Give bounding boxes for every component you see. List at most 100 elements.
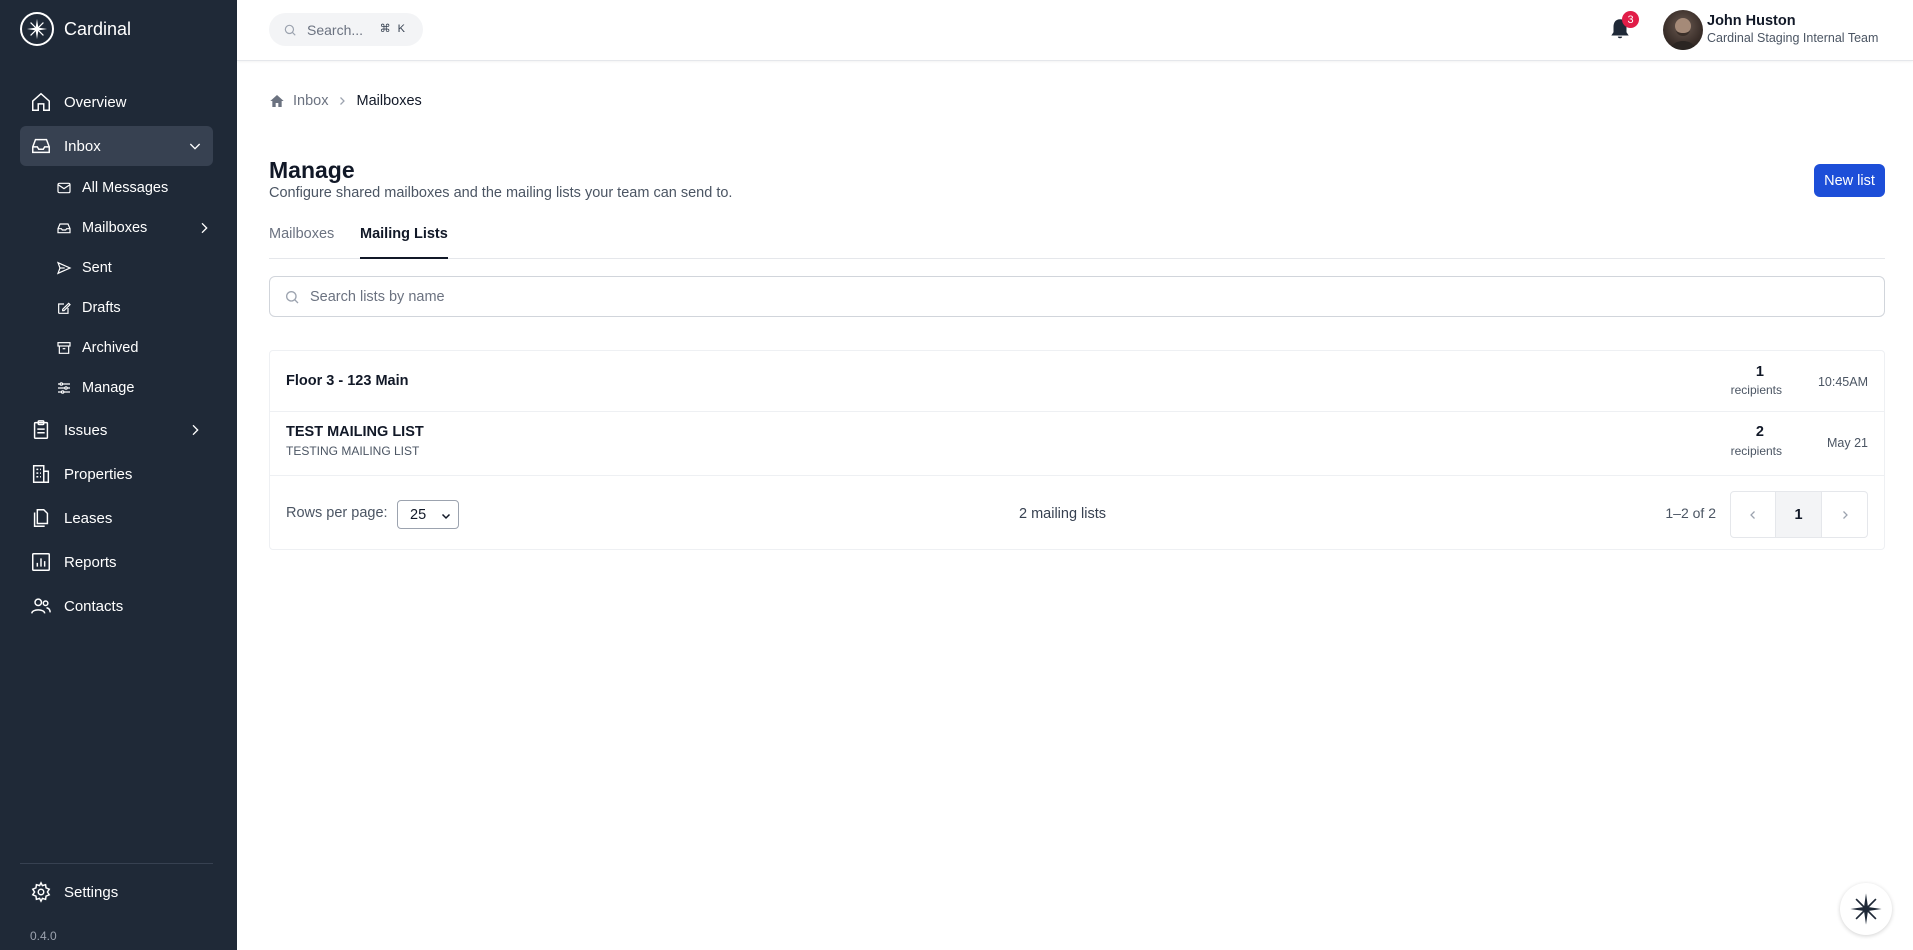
user-team: Cardinal Staging Internal Team	[1707, 31, 1879, 45]
nav-label: Sent	[82, 260, 112, 276]
rows-per-page-value: 25	[410, 506, 427, 523]
nav-label: Mailboxes	[82, 220, 148, 236]
pagination-bar: Rows per page: 25 2 mailing lists 1–2 of…	[270, 478, 1884, 548]
topbar: Search... ⌘ K 3 John Huston Cardinal Sta…	[237, 0, 1913, 61]
sidebar-item-all-messages[interactable]: All Messages	[56, 170, 213, 206]
list-name: Floor 3 - 123 Main	[286, 373, 409, 389]
notification-badge: 3	[1622, 11, 1639, 28]
breadcrumb: Inbox Mailboxes	[269, 93, 422, 109]
nav-item-settings[interactable]: Settings	[20, 872, 213, 912]
chevron-down-icon	[189, 143, 201, 150]
next-page-button[interactable]	[1822, 491, 1868, 538]
avatar[interactable]	[1663, 10, 1703, 50]
mailing-list-table: Floor 3 - 123 Main 1 recipients 10:45AM …	[269, 350, 1885, 550]
nav-label: Reports	[64, 553, 117, 571]
chevron-right-icon	[340, 97, 346, 105]
recipient-count: 1	[1755, 364, 1764, 380]
sidebar-item-drafts[interactable]: Drafts	[56, 290, 213, 326]
list-item[interactable]: Floor 3 - 123 Main 1 recipients 10:45AM	[270, 351, 1884, 412]
page-number-button[interactable]: 1	[1776, 491, 1822, 538]
nav-label: Manage	[82, 380, 135, 396]
documents-icon	[33, 509, 49, 527]
nav-item-contacts[interactable]: Contacts	[20, 586, 213, 626]
archive-icon	[57, 342, 71, 354]
nav-label: Archived	[82, 340, 139, 356]
building-icon	[32, 465, 50, 483]
compass-logo-icon	[20, 12, 54, 46]
home-icon[interactable]	[269, 93, 285, 109]
breadcrumb-inbox[interactable]: Inbox	[293, 93, 328, 109]
user-name[interactable]: John Huston	[1707, 13, 1796, 29]
list-name: TEST MAILING LIST	[286, 424, 424, 440]
sidebar-item-sent[interactable]: Sent	[56, 250, 213, 286]
nav-label: Overview	[64, 93, 127, 111]
chevron-right-icon	[1842, 510, 1848, 519]
assistant-button[interactable]	[1840, 883, 1892, 935]
list-item[interactable]: TEST MAILING LIST TESTING MAILING LIST 2…	[270, 412, 1884, 476]
search-shortcut: ⌘ K	[379, 23, 407, 35]
new-list-button[interactable]: New list	[1814, 164, 1885, 197]
pencil-square-icon	[58, 302, 71, 314]
app-version: 0.4.0	[30, 929, 57, 943]
sidebar: Cardinal Overview Inbox All Messages Mai…	[0, 0, 237, 950]
nav-label: Inbox	[64, 137, 101, 155]
home-icon	[32, 92, 50, 111]
global-search-placeholder: Search...	[307, 21, 364, 38]
total-count: 2 mailing lists	[1019, 506, 1107, 522]
inbox-submenu: All Messages Mailboxes Sent Drafts Archi…	[20, 170, 213, 406]
tab-mailboxes[interactable]: Mailboxes	[269, 226, 334, 259]
gear-icon	[31, 881, 51, 903]
breadcrumb-current: Mailboxes	[356, 93, 422, 109]
page-subtitle: Configure shared mailboxes and the maili…	[269, 185, 733, 201]
nav-label: Drafts	[82, 300, 121, 316]
nav-item-overview[interactable]: Overview	[20, 82, 213, 122]
nav-label: Contacts	[64, 597, 124, 615]
send-icon	[56, 261, 72, 275]
list-time: 10:45AM	[1817, 375, 1868, 389]
nav-label: Leases	[64, 509, 113, 527]
recipient-label: recipients	[1730, 383, 1782, 397]
nav-item-reports[interactable]: Reports	[20, 542, 213, 582]
chart-icon	[32, 553, 50, 571]
nav-label: Properties	[64, 465, 133, 483]
sidebar-item-archived[interactable]: Archived	[56, 330, 213, 366]
inbox-icon	[32, 138, 50, 154]
nav-item-inbox[interactable]: Inbox	[20, 126, 213, 166]
sidebar-item-mailboxes[interactable]: Mailboxes	[56, 210, 213, 246]
nav-label: All Messages	[82, 180, 169, 196]
prev-page-button[interactable]	[1730, 491, 1776, 538]
app-name: Cardinal	[64, 18, 132, 39]
tabs: Mailboxes Mailing Lists	[269, 226, 1885, 259]
nav-label: Issues	[64, 421, 108, 439]
brand[interactable]: Cardinal	[20, 12, 131, 46]
list-search-input[interactable]: Search lists by name	[269, 276, 1885, 317]
page-range: 1–2 of 2	[1665, 505, 1716, 521]
search-icon	[284, 24, 296, 36]
sidebar-item-manage[interactable]: Manage	[56, 370, 213, 406]
nav-item-properties[interactable]: Properties	[20, 454, 213, 494]
clipboard-icon	[33, 420, 49, 439]
sidebar-divider	[20, 863, 213, 864]
main-nav: Overview Inbox All Messages Mailboxes Se…	[20, 82, 213, 630]
users-icon	[31, 598, 51, 614]
mail-icon	[57, 182, 71, 194]
mailbox-icon	[57, 223, 71, 234]
recipient-label: recipients	[1730, 444, 1782, 458]
rows-per-page-select[interactable]: 25	[397, 500, 459, 529]
search-icon	[286, 290, 299, 303]
chevron-right-icon	[192, 424, 199, 436]
nav-item-leases[interactable]: Leases	[20, 498, 213, 538]
rows-per-page-label: Rows per page:	[286, 505, 388, 521]
list-search-placeholder: Search lists by name	[310, 288, 445, 305]
chevron-right-icon	[201, 222, 208, 234]
recipient-count: 2	[1755, 424, 1764, 440]
list-time: May 21	[1827, 436, 1868, 450]
page-title: Manage	[269, 157, 355, 183]
settings-label: Settings	[64, 883, 119, 901]
chevron-down-icon	[441, 513, 451, 520]
list-description: TESTING MAILING LIST	[286, 444, 420, 458]
global-search[interactable]: Search... ⌘ K	[269, 13, 423, 46]
compass-star-icon	[1850, 893, 1882, 925]
nav-item-issues[interactable]: Issues	[20, 410, 213, 450]
tab-mailing-lists[interactable]: Mailing Lists	[360, 226, 448, 259]
